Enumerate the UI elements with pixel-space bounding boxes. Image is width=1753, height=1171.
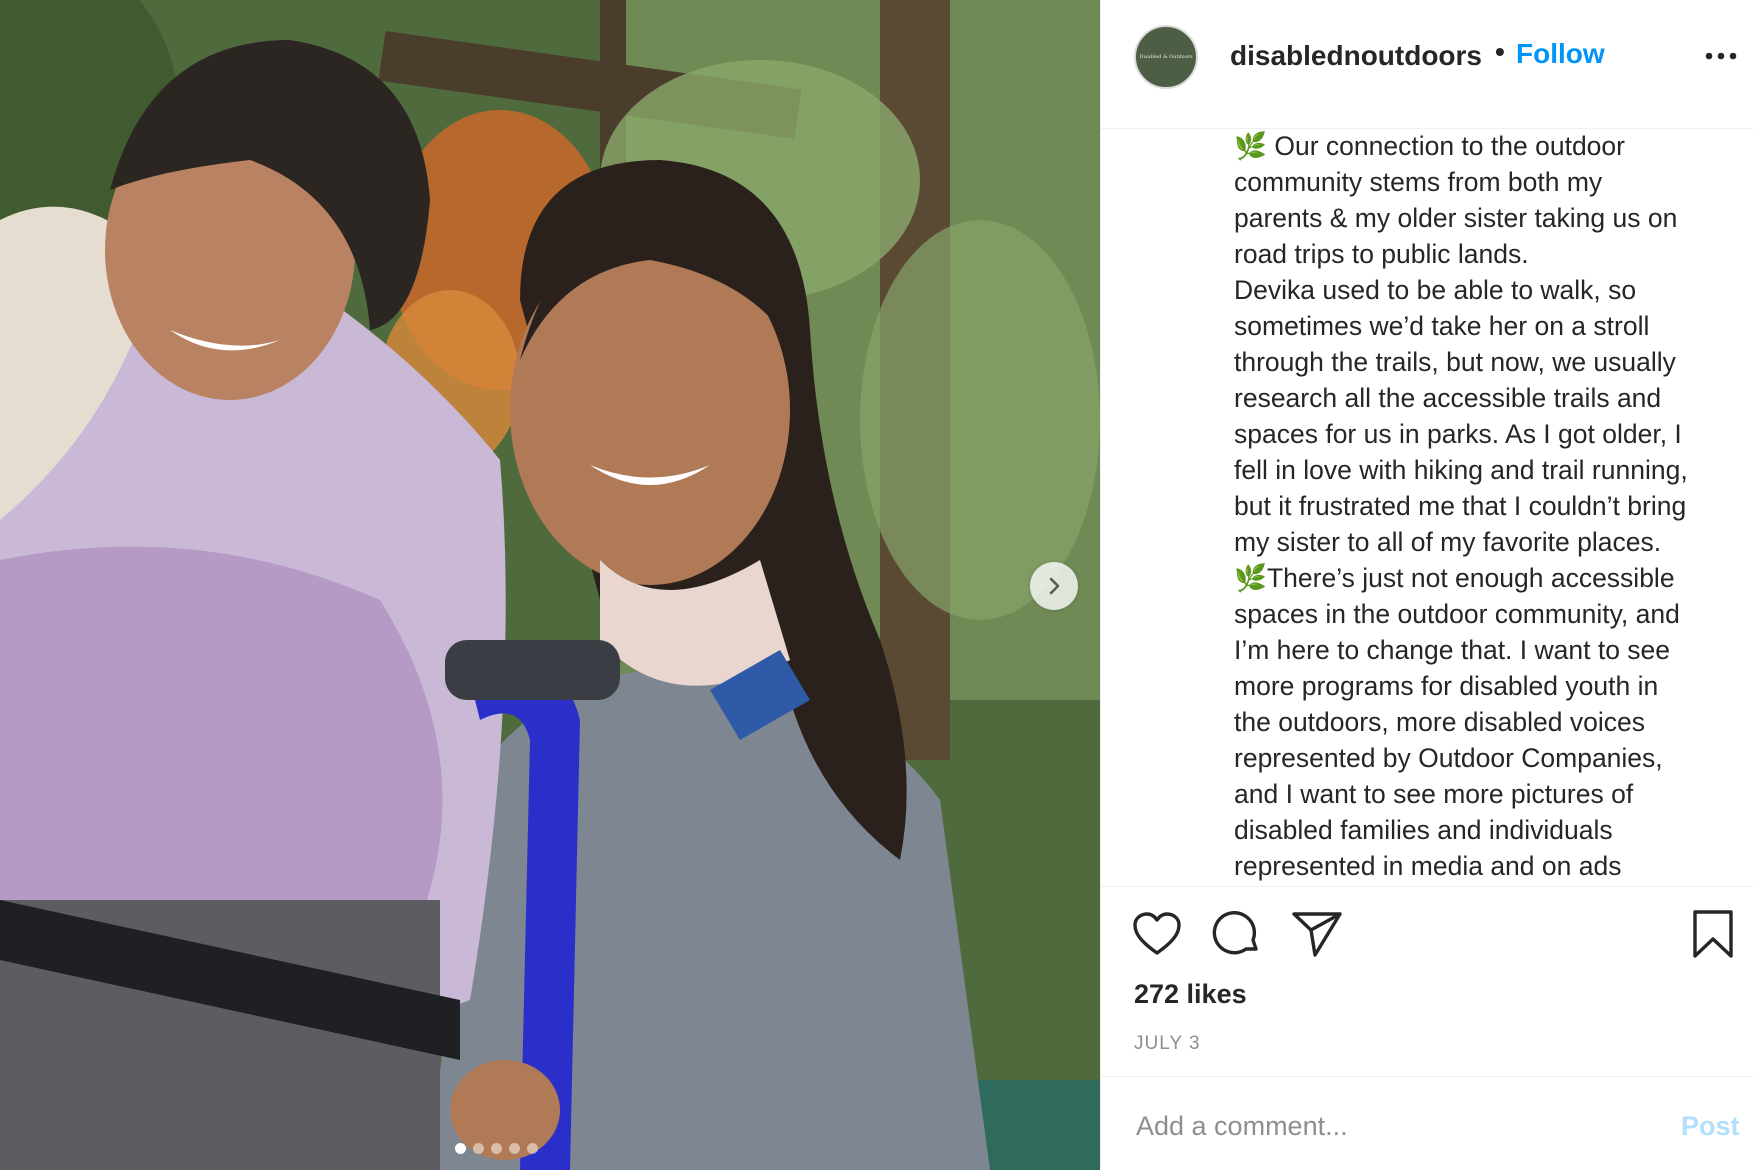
bookmark-icon[interactable]	[1692, 909, 1734, 959]
caption-line: but it frustrated me that I couldn’t bri…	[1234, 491, 1687, 521]
post-actions: 272 likes JULY 3	[1101, 886, 1753, 1077]
caption-line: and I want to see more pictures of	[1234, 779, 1634, 809]
post-caption: 🌿 Our connection to the outdoor communit…	[1234, 128, 1753, 886]
caption-line: spaces in the outdoor community, and	[1234, 599, 1680, 629]
instagram-post: Disabled & Outdoors disablednoutdoors • …	[0, 0, 1753, 1170]
avatar[interactable]: Disabled & Outdoors	[1134, 25, 1198, 89]
caption-line: represented by Outdoor Companies,	[1234, 743, 1663, 773]
caption-line: Devika used to be able to walk, so	[1234, 275, 1637, 305]
caption-line: represented in media and on ads	[1234, 851, 1622, 881]
header-separator: •	[1495, 36, 1505, 67]
post-header: Disabled & Outdoors disablednoutdoors • …	[1101, 0, 1753, 129]
post-photo[interactable]	[0, 0, 1100, 1170]
comment-bar: Post	[1101, 1076, 1753, 1171]
carousel-dot	[455, 1143, 466, 1154]
caption-line: research all the accessible trails and	[1234, 383, 1662, 413]
caption-line: sometimes we’d take her on a stroll	[1234, 311, 1650, 341]
caption-line: through the trails, but now, we usually	[1234, 347, 1676, 377]
caption-line: the outdoors, more disabled voices	[1234, 707, 1645, 737]
caption-line: community stems from both my	[1234, 167, 1603, 197]
caption-line: I’m here to change that. I want to see	[1234, 635, 1671, 665]
more-icon[interactable]	[1704, 48, 1738, 64]
caption-line: 🌿There’s just not enough accessible	[1234, 563, 1675, 593]
username-link[interactable]: disablednoutdoors	[1230, 40, 1482, 72]
comment-icon[interactable]	[1212, 909, 1262, 959]
comment-input[interactable]	[1134, 1107, 1638, 1145]
caption-line: disabled families and individuals	[1234, 815, 1613, 845]
carousel-next-button[interactable]	[1030, 562, 1078, 610]
likes-count[interactable]: 272 likes	[1134, 979, 1247, 1010]
caption-line: parents & my older sister taking us on	[1234, 203, 1678, 233]
heart-icon[interactable]	[1132, 911, 1182, 957]
post-comment-button[interactable]: Post	[1681, 1111, 1740, 1142]
post-side-panel: Disabled & Outdoors disablednoutdoors • …	[1100, 0, 1753, 1170]
carousel-dot	[509, 1143, 520, 1154]
chevron-right-icon	[1049, 577, 1060, 595]
carousel-dot	[473, 1143, 484, 1154]
photo-illustration	[0, 0, 1100, 1170]
post-date[interactable]: JULY 3	[1134, 1033, 1201, 1055]
caption-line: more programs for disabled youth in	[1234, 671, 1659, 701]
caption-line: my sister to all of my favorite places.	[1234, 527, 1662, 557]
caption-line: 🌿 Our connection to the outdoor	[1234, 131, 1625, 161]
follow-button[interactable]: Follow	[1516, 38, 1605, 70]
avatar-logo: Disabled & Outdoors	[1139, 54, 1193, 60]
share-icon[interactable]	[1291, 910, 1343, 958]
caption-line: spaces for us in parks. As I got older, …	[1234, 419, 1682, 449]
carousel-dot	[527, 1143, 538, 1154]
caption-line: fell in love with hiking and trail runni…	[1234, 455, 1688, 485]
carousel-dot	[491, 1143, 502, 1154]
carousel-indicator	[455, 1143, 538, 1154]
caption-line: road trips to public lands.	[1234, 239, 1529, 269]
